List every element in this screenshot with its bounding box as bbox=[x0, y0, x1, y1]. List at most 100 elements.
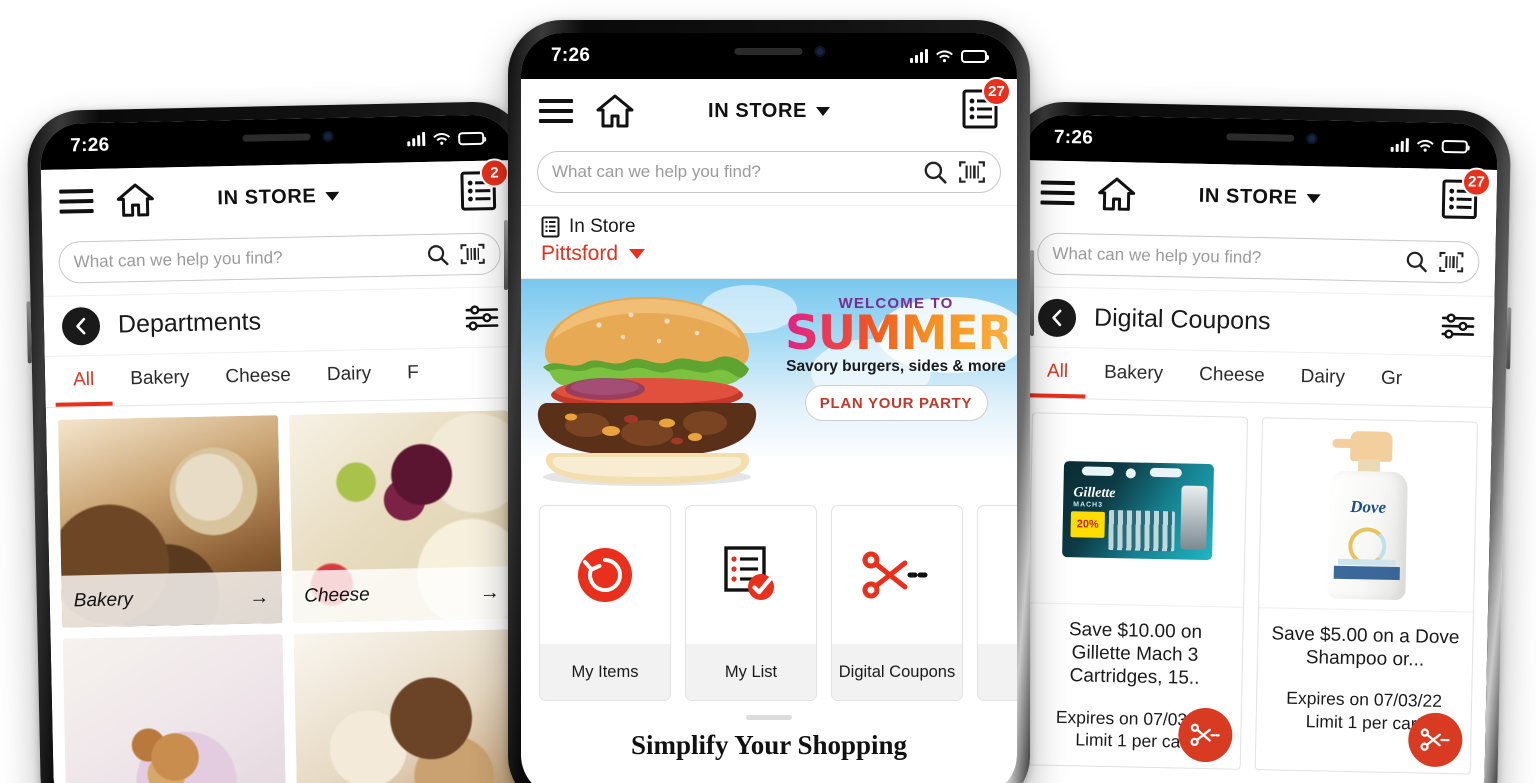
earpiece-speaker bbox=[1226, 133, 1295, 142]
shopping-list-button[interactable]: 27 bbox=[1440, 166, 1492, 225]
front-camera bbox=[1306, 133, 1318, 145]
store-picker[interactable]: Pittsford bbox=[541, 242, 997, 266]
reorder-history-icon bbox=[578, 548, 632, 602]
scissors-coupon-icon bbox=[862, 551, 928, 599]
shopping-list-button[interactable]: 27 bbox=[961, 76, 1011, 135]
department-card-bakery[interactable]: Bakery → bbox=[57, 415, 282, 628]
status-time: 7:26 bbox=[70, 134, 110, 157]
tab-cheese[interactable]: Cheese bbox=[1181, 350, 1284, 402]
departments-grid: Bakery → Cheese → bbox=[46, 398, 528, 783]
department-card-cheese[interactable]: Cheese → bbox=[288, 410, 513, 623]
store-mode-row: In Store bbox=[541, 216, 997, 238]
barcode-scan-icon[interactable] bbox=[459, 242, 485, 267]
department-card-yogurt[interactable] bbox=[62, 634, 287, 783]
tab-dairy[interactable]: Dairy bbox=[308, 350, 389, 402]
coupon-card[interactable]: Dove Save $5.00 on a Dove Shampoo or... … bbox=[1254, 417, 1478, 775]
shopping-list-button[interactable]: 2 bbox=[459, 157, 510, 217]
gillette-mach3-cartridges-photo: Gillette MACH3 20% bbox=[1062, 460, 1215, 560]
chevron-down-icon bbox=[629, 249, 646, 259]
page-title-row: Departments bbox=[43, 287, 519, 357]
right-phone-screen: 7:26 IN STORE 27 What can we help you fi… bbox=[1009, 114, 1499, 783]
page-title: Departments bbox=[117, 307, 262, 339]
tab-frozen[interactable]: F bbox=[389, 349, 438, 400]
status-time: 7:26 bbox=[551, 45, 591, 66]
store-mode-label: In Store bbox=[569, 216, 636, 237]
filter-sliders-icon[interactable] bbox=[464, 302, 501, 333]
chevron-down-icon bbox=[325, 191, 340, 201]
app-header: IN STORE 27 bbox=[1022, 160, 1498, 235]
home-icon[interactable] bbox=[115, 182, 156, 219]
center-phone-power-button bbox=[1030, 250, 1034, 336]
filter-sliders-icon[interactable] bbox=[1440, 310, 1477, 341]
clip-coupon-button[interactable] bbox=[1407, 712, 1463, 768]
checklist-icon bbox=[724, 546, 779, 600]
wifi-icon bbox=[433, 132, 451, 145]
store-mode-title: IN STORE bbox=[1022, 181, 1496, 214]
front-camera bbox=[814, 46, 826, 57]
search-input[interactable]: What can we help you find? bbox=[73, 245, 415, 272]
battery-icon bbox=[1441, 139, 1468, 153]
scissors-coupon-icon bbox=[1190, 723, 1220, 747]
quick-action-my-items[interactable]: My Items bbox=[539, 505, 671, 701]
quick-action-label: My List bbox=[686, 644, 816, 700]
hero-headline: SUMMER bbox=[785, 306, 1014, 361]
search-input[interactable]: What can we help you find? bbox=[552, 162, 912, 182]
promo-hero-banner[interactable]: WELCOME TO SUMMER Savory burgers, sides … bbox=[521, 279, 1017, 491]
department-label: Bakery bbox=[73, 589, 134, 612]
home-icon[interactable] bbox=[595, 93, 635, 129]
cellular-signal-icon bbox=[1390, 138, 1409, 153]
home-icon[interactable] bbox=[1096, 176, 1137, 213]
earpiece-speaker bbox=[734, 48, 803, 55]
left-phone-device: 7:26 IN STORE 2 What can we help you fin… bbox=[26, 100, 542, 783]
quick-action-label: My Items bbox=[540, 644, 670, 700]
tile-icon-wrap bbox=[978, 506, 1017, 644]
search-bar[interactable]: What can we help you find? bbox=[1036, 232, 1480, 284]
back-button[interactable] bbox=[1037, 297, 1077, 337]
barcode-scan-icon[interactable] bbox=[1438, 250, 1464, 275]
back-button[interactable] bbox=[61, 306, 101, 346]
tab-dairy[interactable]: Dairy bbox=[1282, 353, 1363, 405]
coupon-card[interactable]: Gillette MACH3 20% Save $10.00 on Gillet… bbox=[1024, 412, 1249, 770]
search-icon[interactable] bbox=[425, 242, 449, 266]
quick-action-my-list[interactable]: My List bbox=[685, 505, 817, 701]
tab-all[interactable]: All bbox=[1028, 347, 1087, 399]
hero-subhead: Savory burgers, sides & more bbox=[786, 358, 1006, 376]
tab-cheese[interactable]: Cheese bbox=[207, 351, 310, 403]
right-phone-side-button bbox=[1506, 307, 1512, 370]
hamburger-menu-icon[interactable] bbox=[59, 188, 94, 214]
plan-your-party-button[interactable]: PLAN YOUR PARTY bbox=[804, 385, 988, 422]
battery-icon bbox=[961, 49, 989, 63]
tab-all[interactable]: All bbox=[54, 355, 113, 407]
cellular-signal-icon bbox=[910, 49, 928, 63]
chevron-left-icon bbox=[1052, 309, 1062, 326]
hamburger-menu-icon[interactable] bbox=[539, 99, 573, 123]
page-title-row: Digital Coupons bbox=[1019, 287, 1495, 357]
tab-bakery[interactable]: Bakery bbox=[1086, 348, 1182, 400]
status-time: 7:26 bbox=[1053, 126, 1094, 149]
search-bar[interactable]: What can we help you find? bbox=[537, 151, 1001, 193]
list-badge-count: 2 bbox=[479, 157, 510, 188]
barcode-scan-icon[interactable] bbox=[958, 159, 986, 185]
tile-icon-wrap bbox=[686, 506, 816, 644]
search-section: What can we help you find? bbox=[1020, 224, 1496, 298]
coupon-title: Save $10.00 on Gillette Mach 3 Cartridge… bbox=[1068, 619, 1203, 690]
chevron-down-icon bbox=[1306, 193, 1321, 203]
tab-bakery[interactable]: Bakery bbox=[112, 354, 208, 406]
quick-action-partial[interactable]: M bbox=[977, 505, 1017, 701]
tab-grocery[interactable]: Gr bbox=[1362, 354, 1420, 405]
search-icon[interactable] bbox=[1404, 249, 1428, 273]
status-indicators bbox=[1390, 137, 1468, 154]
arrow-right-icon: → bbox=[479, 581, 500, 604]
notch-cluster bbox=[734, 46, 826, 57]
hero-copy: WELCOME TO SUMMER Savory burgers, sides … bbox=[785, 295, 1014, 422]
department-card-icecream[interactable] bbox=[293, 629, 517, 783]
notch-cluster bbox=[1226, 131, 1318, 145]
hamburger-menu-icon[interactable] bbox=[1040, 180, 1075, 206]
quick-action-label: Digital Coupons bbox=[832, 644, 962, 700]
search-bar[interactable]: What can we help you find? bbox=[58, 232, 502, 284]
quick-action-digital-coupons[interactable]: Digital Coupons bbox=[831, 505, 963, 701]
search-icon[interactable] bbox=[922, 159, 948, 185]
search-input[interactable]: What can we help you find? bbox=[1052, 244, 1394, 271]
scissors-coupon-icon bbox=[1420, 728, 1450, 751]
page-title: Digital Coupons bbox=[1093, 303, 1271, 336]
